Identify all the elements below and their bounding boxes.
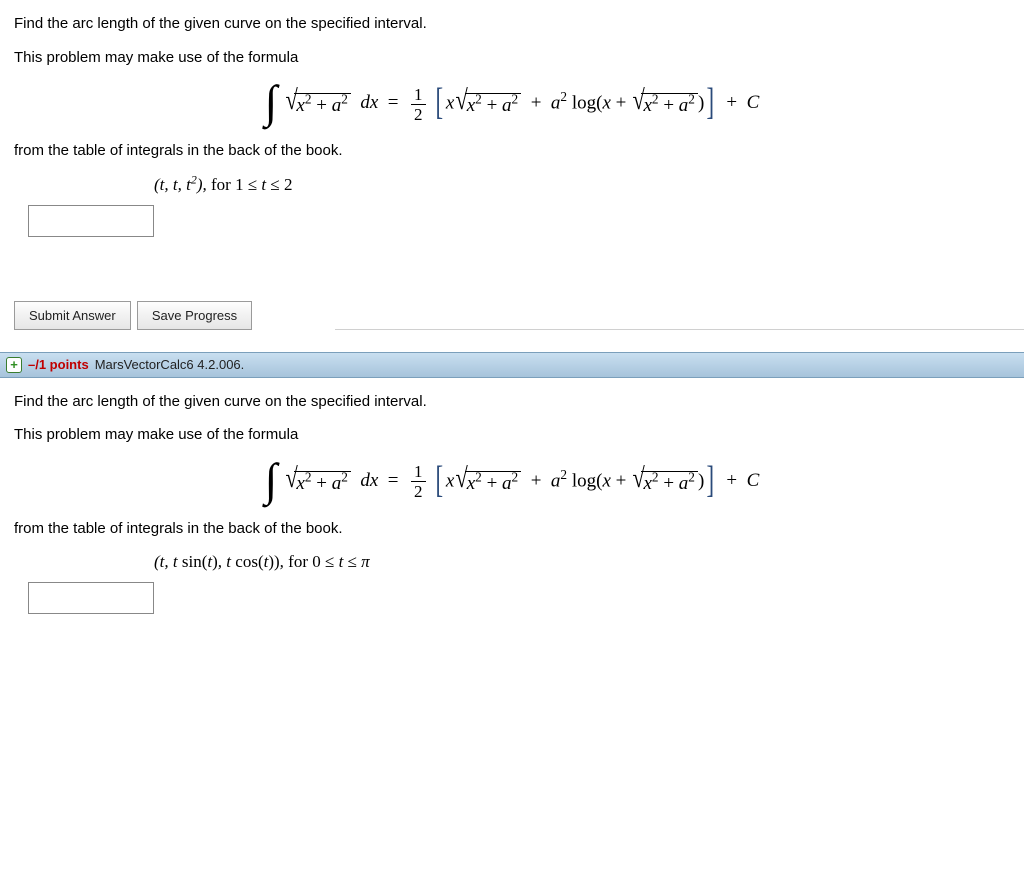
expand-icon[interactable]: + [6,357,22,373]
formula-outro: from the table of integrals in the back … [14,519,1010,539]
question-header: + –/1 points MarsVectorCalc6 4.2.006. [0,352,1024,378]
problem-2: Find the arc length of the given curve o… [0,378,1024,629]
formula-intro: This problem may make use of the formula [14,48,1010,68]
curve-definition: (t, t, t2), for 1 ≤ t ≤ 2 [14,175,1010,195]
problem-prompt: Find the arc length of the given curve o… [14,14,1010,34]
answer-field-wrap [28,582,1010,614]
integral-formula: ∫ √x2 + a2 dx = 12 [x√x2 + a2 + a2 log(x… [14,81,1010,127]
submit-answer-button[interactable]: Submit Answer [14,301,131,330]
separator-line [335,329,1024,330]
answer-input[interactable] [28,205,154,237]
save-progress-button[interactable]: Save Progress [137,301,252,330]
answer-field-wrap [28,205,1010,237]
integral-formula: ∫ √x2 + a2 dx = 12 [x√x2 + a2 + a2 log(x… [14,459,1010,505]
answer-input[interactable] [28,582,154,614]
curve-definition: (t, t sin(t), t cos(t)), for 0 ≤ t ≤ π [14,552,1010,572]
question-source: MarsVectorCalc6 4.2.006. [95,357,245,372]
problem-prompt: Find the arc length of the given curve o… [14,392,1010,412]
problem-1: Find the arc length of the given curve o… [0,0,1024,251]
points-label: –/1 points [28,357,89,372]
button-row: Submit Answer Save Progress [0,301,1024,330]
formula-intro: This problem may make use of the formula [14,425,1010,445]
formula-outro: from the table of integrals in the back … [14,141,1010,161]
